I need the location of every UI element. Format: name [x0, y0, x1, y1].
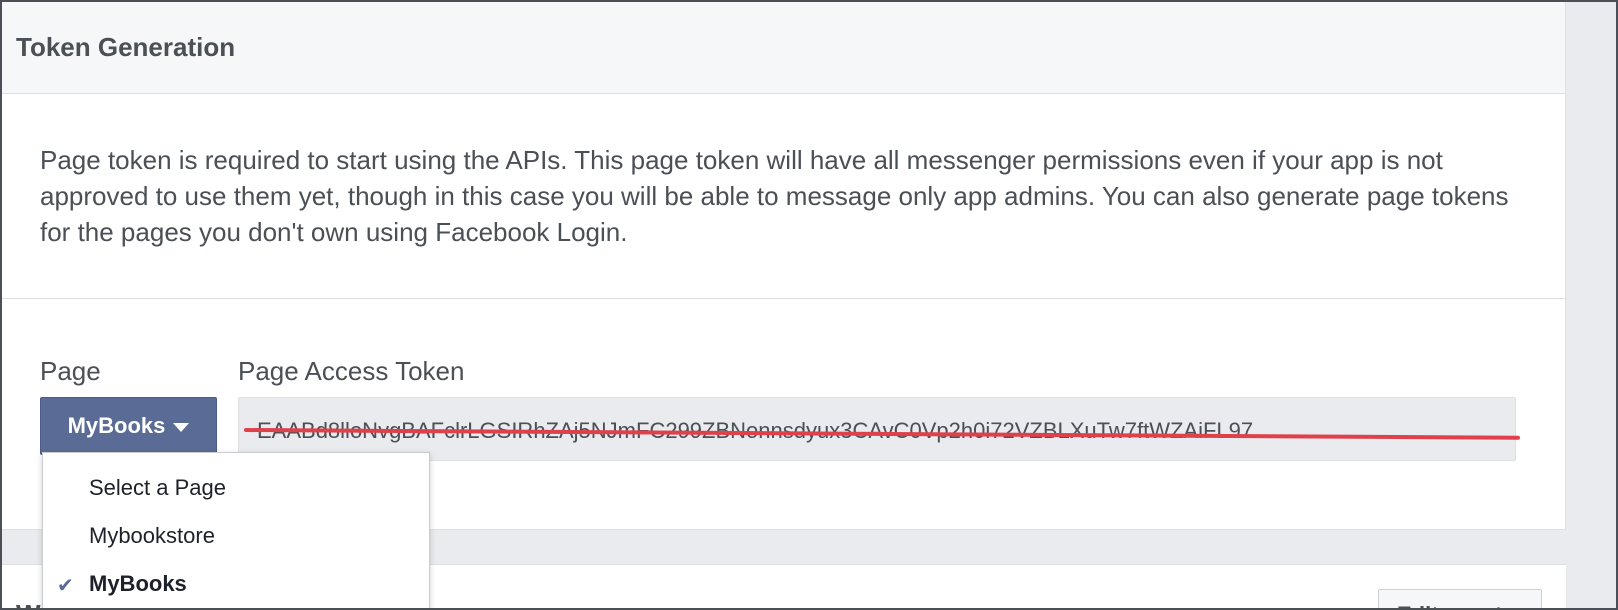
next-card-title: W [16, 599, 41, 608]
token-generation-card: Token Generation Page token is required … [2, 2, 1566, 530]
checkmark-icon: ✔ [57, 575, 74, 597]
page-select-label: MyBooks [67, 413, 166, 438]
page-select-button[interactable]: MyBooks [40, 397, 217, 455]
app-frame: Token Generation Page token is required … [0, 0, 1618, 610]
edit-events-button[interactable]: Edit events [1378, 589, 1542, 608]
caret-down-icon [173, 423, 190, 432]
token-label: Page Access Token [238, 356, 465, 386]
dropdown-item-mybookstore[interactable]: Mybookstore [89, 523, 215, 549]
page-label: Page [40, 356, 101, 386]
dropdown-item-mybooks[interactable]: MyBooks [89, 571, 187, 597]
edit-events-label: Edit events [1397, 602, 1514, 608]
dropdown-item-select-a-page[interactable]: Select a Page [89, 475, 226, 501]
page-dropdown-menu: Select a Page Mybookstore ✔ MyBooks [42, 452, 430, 608]
section-divider [2, 298, 1566, 299]
description-text: Page token is required to start using th… [40, 145, 1509, 247]
card-header: Token Generation [2, 2, 1565, 94]
card-title: Token Generation [16, 32, 236, 62]
right-gutter [1566, 2, 1616, 608]
